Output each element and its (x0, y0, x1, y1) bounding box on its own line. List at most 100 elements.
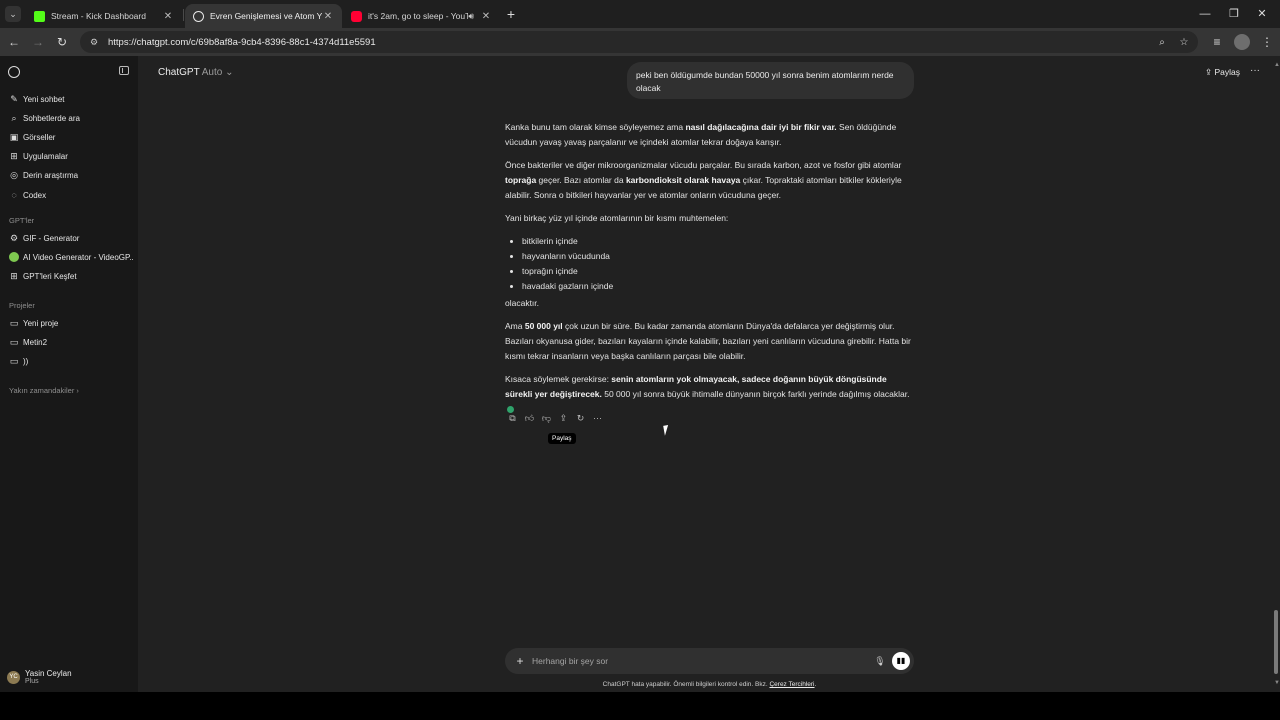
tab-chatgpt[interactable]: Evren Genişlemesi ve Atom Yaşı ✕ (185, 4, 342, 28)
composer: + 🎙︎ ▮▮ (505, 648, 914, 674)
codex-icon: ◌ (11, 190, 17, 200)
sidebar-item-label: Yeni sohbet (23, 94, 65, 104)
answer-paragraph: Kısaca söylemek gerekirse: senin atomlar… (505, 372, 915, 417)
sidebar-item-label: GPT'leri Keşfet (23, 271, 77, 281)
sidebar-item-gif-generator[interactable]: ⚙ GIF - Generator (9, 231, 134, 245)
answer-paragraph: Önce bakteriler ve diğer mikroorganizmal… (505, 158, 915, 203)
sidebar-item-video-generator[interactable]: AI Video Generator - VideoGP... (9, 250, 134, 264)
microphone-icon[interactable]: 🎙︎ (874, 656, 886, 667)
scrollbar-thumb[interactable] (1274, 610, 1278, 674)
new-tab-button[interactable]: + (503, 6, 519, 22)
close-icon[interactable]: ✕ (480, 11, 492, 22)
share-icon[interactable]: ⇪ (555, 413, 572, 424)
address-toolbar: ← → ↻ ⚙ https://chatgpt.com/c/69b8af8a-9… (0, 28, 1280, 56)
user-menu[interactable]: YC Yasin Ceylan Plus (7, 667, 72, 687)
browser-tab-bar: ⌄ Stream - Kick Dashboard ✕ Evren Genişl… (0, 0, 1280, 28)
text: Kanka bunu tam olarak kimse söyleyemez a… (505, 122, 686, 132)
sidebar-item-codex[interactable]: ◌ Codex (9, 188, 134, 202)
mouse-cursor-icon (663, 424, 674, 436)
bookmark-star-icon[interactable]: ☆ (1176, 37, 1192, 48)
taskbar-strip (0, 692, 1280, 720)
projects-heading: Projeler (9, 301, 35, 310)
add-attachment-icon[interactable]: + (513, 654, 527, 668)
sidebar-item-new-project[interactable]: ▭ Yeni proje (9, 316, 134, 330)
prompt-input[interactable] (532, 656, 874, 666)
minimize-button[interactable]: — (1197, 6, 1213, 22)
text: çok uzun bir süre. Bu kadar zamanda atom… (505, 321, 911, 361)
share-button[interactable]: ⇪ Paylaş (1205, 67, 1240, 78)
window-close-button[interactable]: ✕ (1254, 6, 1270, 22)
scroll-down-arrow-icon[interactable]: ▼ (1274, 680, 1280, 686)
list-item: havadaki gazların içinde (505, 279, 915, 294)
tab-youtube[interactable]: it's 2am, go to sleep - YouTube 🔊︎ ✕ (343, 4, 500, 28)
bold-text: karbondioksit olarak havaya (625, 175, 741, 185)
sidebar-item-explore-gpts[interactable]: ⊞ GPT'leri Keşfet (9, 269, 134, 283)
copy-icon[interactable]: ⧉ (504, 413, 521, 424)
profile-avatar[interactable] (1234, 34, 1250, 50)
youtube-icon (351, 10, 362, 22)
sidebar-item-label: Codex (23, 190, 47, 200)
recent-label: Yakın zamandakiler (9, 386, 75, 395)
back-button[interactable]: ← (6, 34, 22, 50)
reload-button[interactable]: ↻ (54, 34, 70, 50)
sidebar: ✎ Yeni sohbet ⌕ Sohbetlerde ara ▣ Görsel… (0, 56, 138, 692)
browser-menu-icon[interactable]: ⋮ (1259, 34, 1275, 50)
sidebar-toggle-icon[interactable] (119, 66, 129, 75)
sidebar-item-project-parens[interactable]: ▭ )) (9, 354, 134, 368)
cookie-preferences-link[interactable]: Çerez Tercihleri (769, 681, 814, 688)
user-message: peki ben öldügumde bundan 50000 yıl sonr… (627, 62, 914, 99)
sidebar-item-images[interactable]: ▣ Görseller (9, 130, 134, 144)
list-item: hayvanların vücudunda (505, 249, 915, 264)
site-settings-icon[interactable]: ⚙ (88, 36, 100, 48)
sidebar-item-label: )) (23, 356, 29, 366)
recent-toggle[interactable]: Yakın zamandakiler › (9, 386, 79, 395)
sidebar-item-label: Sohbetlerde ara (23, 113, 80, 123)
sidebar-item-project-metin2[interactable]: ▭ Metin2 (9, 335, 134, 349)
sidebar-item-apps[interactable]: ⊞ Uygulamalar (9, 149, 134, 163)
disclaimer-end: . (814, 681, 817, 688)
media-control-icon[interactable]: ≡ (1209, 34, 1225, 50)
sidebar-item-label: AI Video Generator - VideoGP... (23, 252, 134, 262)
sidebar-item-deep-research[interactable]: ◎ Derin araştırma (9, 168, 134, 182)
sidebar-item-search[interactable]: ⌕ Sohbetlerde ara (9, 111, 134, 125)
tab-title: Stream - Kick Dashboard (51, 11, 146, 21)
share-icon: ⇪ (1205, 67, 1213, 77)
list-item: bitkilerin içinde (505, 234, 915, 249)
more-icon[interactable]: ··· (589, 413, 606, 424)
regenerate-icon[interactable]: ↻ (572, 413, 589, 424)
answer-paragraph: olacaktır. (505, 298, 540, 308)
user-name: Yasin Ceylan (25, 669, 72, 678)
text: Ama (505, 321, 525, 331)
apps-icon: ⊞ (10, 151, 18, 161)
model-selector[interactable]: ChatGPT Auto ⌄ (158, 67, 233, 78)
sidebar-item-label: Görseller (23, 132, 56, 142)
voice-mode-icon[interactable]: ▮▮ (892, 652, 910, 670)
zoom-icon[interactable]: ⌕ (1154, 37, 1170, 48)
gif-icon: ⚙ (9, 233, 19, 243)
thumbs-up-icon[interactable]: 👍︎ (521, 413, 538, 424)
sidebar-item-label: Derin araştırma (23, 170, 79, 180)
more-options-icon[interactable]: ··· (1250, 65, 1260, 76)
url-text[interactable]: https://chatgpt.com/c/69b8af8a-9cb4-8396… (108, 37, 1154, 48)
speaker-icon[interactable]: 🔊︎ (468, 11, 474, 22)
sidebar-item-new-chat[interactable]: ✎ Yeni sohbet (9, 92, 134, 106)
forward-button[interactable]: → (30, 34, 46, 50)
scroll-up-arrow-icon[interactable]: ▲ (1274, 62, 1280, 68)
close-icon[interactable]: ✕ (322, 11, 334, 22)
folder-icon: ▭ (9, 356, 19, 366)
tab-search-button[interactable]: ⌄ (5, 6, 21, 22)
close-icon[interactable]: ✕ (162, 11, 174, 22)
explore-icon: ⊞ (10, 271, 18, 281)
thumbs-down-icon[interactable]: 👎︎ (538, 413, 555, 424)
assistant-message: Kanka bunu tam olarak kimse söyleyemez a… (505, 120, 915, 425)
sidebar-item-label: Yeni proje (23, 318, 59, 328)
gpts-heading: GPT'ler (9, 216, 35, 225)
tab-kick-dashboard[interactable]: Stream - Kick Dashboard ✕ (26, 4, 182, 28)
chatgpt-icon (193, 10, 204, 22)
tooltip: Paylaş (548, 433, 576, 444)
chatgpt-logo-icon[interactable] (8, 66, 20, 78)
omnibox[interactable]: ⚙ https://chatgpt.com/c/69b8af8a-9cb4-83… (80, 31, 1198, 53)
answer-paragraph: Ama 50 000 yıl çok uzun bir süre. Bu kad… (505, 319, 915, 364)
folder-plus-icon: ▭ (9, 318, 19, 328)
restore-button[interactable]: ❐ (1226, 6, 1242, 22)
